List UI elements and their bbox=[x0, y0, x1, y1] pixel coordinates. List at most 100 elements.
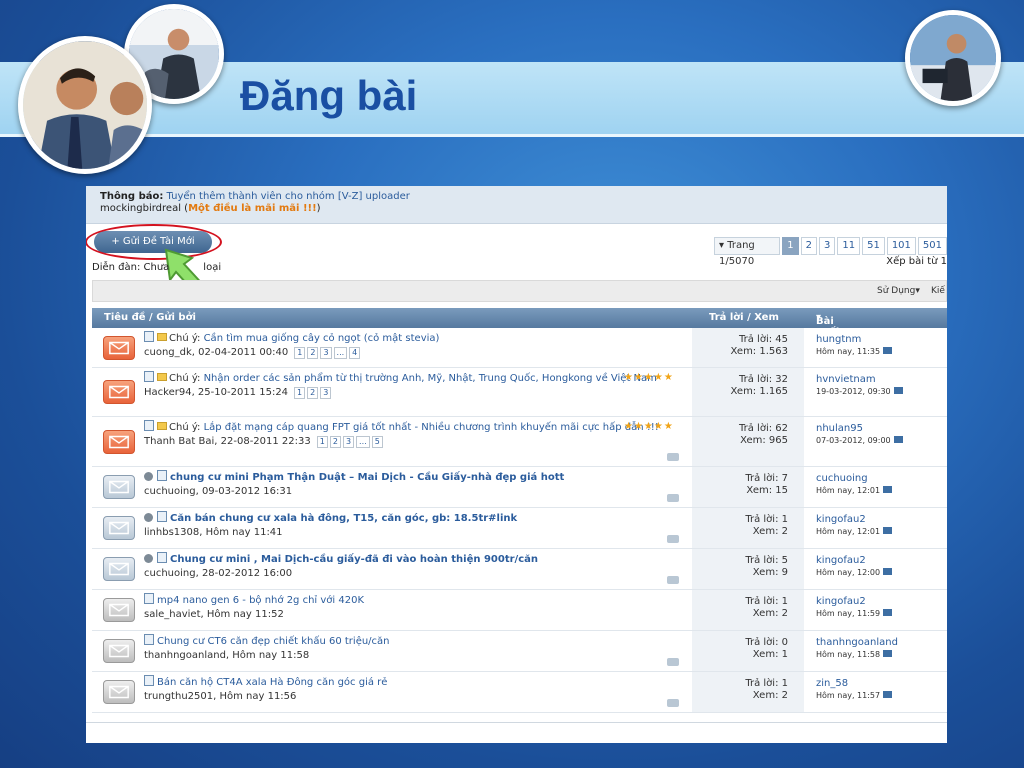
thread-author-date[interactable]: sale_haviet, Hôm nay 11:52 bbox=[144, 609, 284, 620]
col-title[interactable]: Tiêu đề / Gửi bởi bbox=[104, 312, 196, 323]
go-to-last-post-icon[interactable] bbox=[883, 568, 893, 575]
page-101[interactable]: 101 bbox=[886, 237, 916, 255]
row-page-link[interactable]: ... bbox=[333, 347, 348, 359]
last-post-user[interactable]: hungtnm bbox=[816, 334, 892, 346]
go-to-last-post-icon[interactable] bbox=[893, 436, 903, 443]
table-row[interactable]: Căn bán chung cư xala hà đông, T15, căn … bbox=[92, 508, 947, 549]
thread-title[interactable]: Căn bán chung cư xala hà đông, T15, căn … bbox=[144, 511, 684, 525]
sort-label[interactable]: Xếp bài từ 1 bbox=[886, 256, 947, 267]
table-row[interactable]: Bán căn hộ CT4A xala Hà Đông căn góc giá… bbox=[92, 672, 947, 713]
page-501[interactable]: 501 bbox=[917, 237, 947, 255]
thread-title-text[interactable]: Nhận order các sản phẩm từ thị trường An… bbox=[204, 373, 657, 384]
thread-title-text[interactable]: Chung cư mini , Mai Dịch-cầu giấy-đã đi … bbox=[170, 554, 538, 565]
thread-main: Chung cư mini , Mai Dịch-cầu giấy-đã đi … bbox=[144, 552, 684, 579]
table-row[interactable]: mp4 nano gen 6 - bộ nhớ 2g chỉ với 420K s… bbox=[92, 590, 947, 631]
go-to-last-post-icon[interactable] bbox=[883, 347, 893, 354]
thread-title[interactable]: Chú ý: Cần tìm mua giống cây cỏ ngọt (cỏ… bbox=[144, 331, 684, 345]
tools-menu[interactable]: Sử Dụng▾ bbox=[877, 286, 920, 296]
row-page-link[interactable]: 1 bbox=[294, 347, 306, 359]
go-to-last-post-icon[interactable] bbox=[883, 527, 893, 534]
page-3[interactable]: 3 bbox=[818, 237, 836, 255]
thread-title-text[interactable]: chung cư mini Phạm Thận Duật – Mai Dịch … bbox=[170, 472, 564, 483]
thread-title-text[interactable]: Bán căn hộ CT4A xala Hà Đông căn góc giá… bbox=[157, 677, 387, 688]
notice-link[interactable]: Tuyển thêm thành viên cho nhóm [V-Z] upl… bbox=[167, 191, 410, 202]
last-post-user[interactable]: kingofau2 bbox=[816, 596, 892, 608]
row-page-link[interactable]: 1 bbox=[316, 436, 328, 448]
go-to-last-post-icon[interactable] bbox=[883, 486, 893, 493]
thread-stats: Trả lời: 1 Xem: 2 bbox=[692, 508, 804, 548]
table-row[interactable]: Chú ý: Lắp đặt mạng cáp quang FPT giá tố… bbox=[92, 417, 947, 467]
search-menu[interactable]: Kiế bbox=[931, 286, 945, 296]
thread-author-date[interactable]: Thanh Bat Bai, 22-08-2011 22:33 bbox=[144, 436, 311, 447]
row-page-link[interactable]: 3 bbox=[320, 387, 332, 399]
thread-meta: cuchuoing, 09-03-2012 16:31 bbox=[144, 486, 684, 497]
thread-title[interactable]: mp4 nano gen 6 - bộ nhớ 2g chỉ với 420K bbox=[144, 593, 684, 607]
go-to-last-post-icon[interactable] bbox=[883, 650, 893, 657]
page-51[interactable]: 51 bbox=[862, 237, 885, 255]
tag-icon[interactable] bbox=[667, 699, 679, 707]
row-page-link[interactable]: 1 bbox=[294, 387, 306, 399]
row-page-link[interactable]: 4 bbox=[349, 347, 361, 359]
last-post-user[interactable]: kingofau2 bbox=[816, 514, 892, 526]
table-row[interactable]: Chú ý: Nhận order các sản phẩm từ thị tr… bbox=[92, 368, 947, 417]
thread-author-date[interactable]: cuong_dk, 02-04-2011 00:40 bbox=[144, 347, 288, 358]
thread-author-date[interactable]: cuchuoing, 09-03-2012 16:31 bbox=[144, 486, 292, 497]
go-to-last-post-icon[interactable] bbox=[883, 691, 893, 698]
thread-title[interactable]: Chung cư mini , Mai Dịch-cầu giấy-đã đi … bbox=[144, 552, 684, 566]
last-post-user[interactable]: nhulan95 bbox=[816, 423, 903, 435]
thread-title[interactable]: Chú ý: Lắp đặt mạng cáp quang FPT giá tố… bbox=[144, 420, 684, 434]
tag-icon[interactable] bbox=[667, 453, 679, 461]
page-1[interactable]: 1 bbox=[782, 237, 799, 255]
thread-title-text[interactable]: Căn bán chung cư xala hà đông, T15, căn … bbox=[170, 513, 517, 524]
table-row[interactable]: Chung cư mini , Mai Dịch-cầu giấy-đã đi … bbox=[92, 549, 947, 590]
last-post-user[interactable]: cuchuoing bbox=[816, 473, 892, 485]
thread-author-date[interactable]: trungthu2501, Hôm nay 11:56 bbox=[144, 691, 296, 702]
thread-status-icon bbox=[103, 516, 135, 540]
forum-screenshot: Thông báo: Tuyển thêm thành viên cho nhó… bbox=[86, 186, 947, 743]
table-row[interactable]: Chung cư CT6 căn đẹp chiết khấu 60 triệu… bbox=[92, 631, 947, 672]
last-post-user[interactable]: hvnvietnam bbox=[816, 374, 903, 386]
last-post-user[interactable]: zin_58 bbox=[816, 678, 892, 690]
thread-stats: Trả lời: 1 Xem: 2 bbox=[692, 590, 804, 630]
thread-stats: Trả lời: 32 Xem: 1.165 bbox=[692, 368, 804, 416]
row-page-link[interactable]: 2 bbox=[307, 387, 319, 399]
row-page-link[interactable]: 3 bbox=[342, 436, 355, 448]
thread-author-date[interactable]: thanhngoanland, Hôm nay 11:58 bbox=[144, 650, 309, 661]
row-page-link[interactable]: ... bbox=[356, 436, 370, 448]
thread-author-date[interactable]: cuchuoing, 28-02-2012 16:00 bbox=[144, 568, 292, 579]
page-info[interactable]: ▾ Trang 1/5070 bbox=[714, 237, 781, 267]
thread-title[interactable]: Bán căn hộ CT4A xala Hà Đông căn góc giá… bbox=[144, 675, 684, 689]
document-icon bbox=[157, 511, 167, 522]
tag-icon[interactable] bbox=[667, 658, 679, 666]
tag-icon[interactable] bbox=[667, 494, 679, 502]
last-post-user[interactable]: kingofau2 bbox=[816, 555, 892, 567]
last-post-user[interactable]: thanhngoanland bbox=[816, 637, 898, 649]
thread-title-text[interactable]: Cần tìm mua giống cây cỏ ngọt (cỏ mật st… bbox=[204, 333, 440, 344]
row-page-link[interactable]: 3 bbox=[320, 347, 332, 359]
table-row[interactable]: Chú ý: Cần tìm mua giống cây cỏ ngọt (cỏ… bbox=[92, 328, 947, 368]
notice-author[interactable]: mockingbirdreal bbox=[100, 203, 181, 214]
table-row[interactable]: chung cư mini Phạm Thận Duật – Mai Dịch … bbox=[92, 467, 947, 508]
col-last[interactable]: Bài cuối ▾ bbox=[816, 312, 839, 338]
page-2[interactable]: 2 bbox=[800, 237, 817, 255]
last-post: hvnvietnam 19-03-2012, 09:30 bbox=[816, 374, 903, 398]
thread-title-text[interactable]: Chung cư CT6 căn đẹp chiết khấu 60 triệu… bbox=[157, 636, 390, 647]
thread-author-date[interactable]: Hacker94, 25-10-2011 15:24 bbox=[144, 387, 288, 398]
row-page-link[interactable]: 2 bbox=[329, 436, 341, 448]
row-page-link[interactable]: 2 bbox=[307, 347, 319, 359]
tag-icon[interactable] bbox=[667, 576, 679, 584]
thread-title[interactable]: Chú ý: Nhận order các sản phẩm từ thị tr… bbox=[144, 371, 684, 385]
go-to-last-post-icon[interactable] bbox=[883, 609, 893, 616]
page-11[interactable]: 11 bbox=[837, 237, 861, 255]
row-page-link[interactable]: 5 bbox=[371, 436, 383, 448]
thread-title-text[interactable]: Lắp đặt mạng cáp quang FPT giá tốt nhất … bbox=[204, 422, 659, 433]
last-post: kingofau2 Hôm nay, 12:00 bbox=[816, 555, 893, 579]
thread-status-icon bbox=[103, 430, 135, 454]
thread-title[interactable]: chung cư mini Phạm Thận Duật – Mai Dịch … bbox=[144, 470, 684, 484]
go-to-last-post-icon[interactable] bbox=[893, 387, 903, 394]
thread-title[interactable]: Chung cư CT6 căn đẹp chiết khấu 60 triệu… bbox=[144, 634, 684, 648]
thread-author-date[interactable]: linhbs1308, Hôm nay 11:41 bbox=[144, 527, 283, 538]
col-stats[interactable]: Trả lời / Xem bbox=[709, 312, 779, 323]
tag-icon[interactable] bbox=[667, 535, 679, 543]
thread-title-text[interactable]: mp4 nano gen 6 - bộ nhớ 2g chỉ với 420K bbox=[157, 595, 364, 606]
